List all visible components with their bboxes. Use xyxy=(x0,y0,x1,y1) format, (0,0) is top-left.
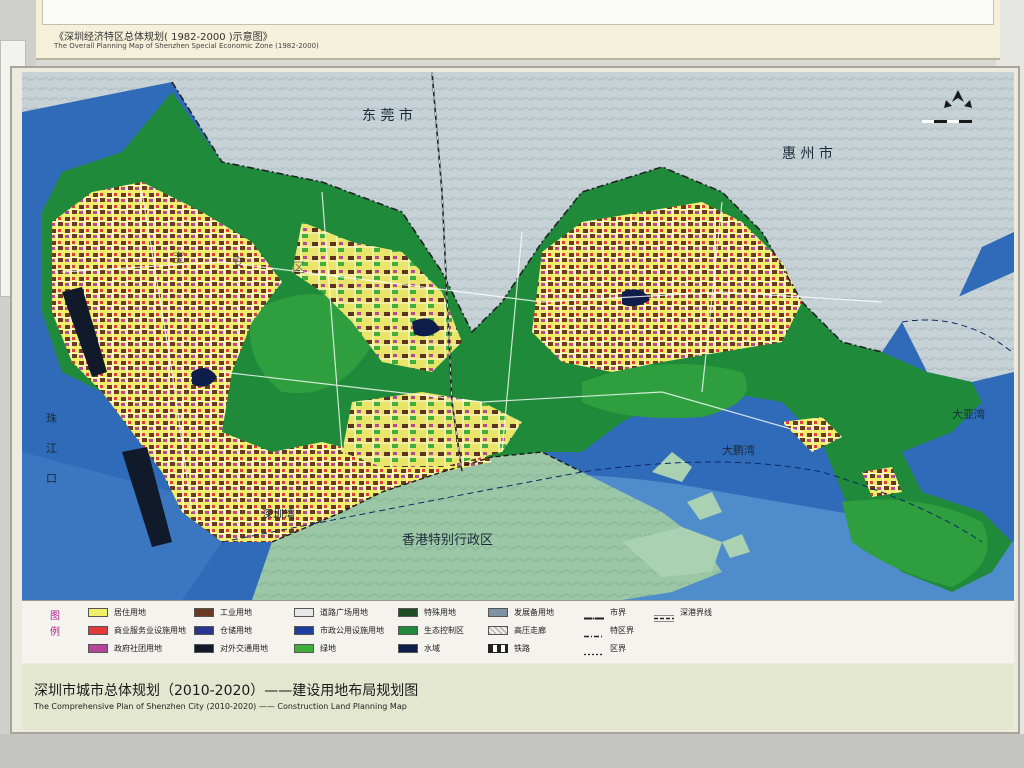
legend-swatch-hatch xyxy=(488,625,508,635)
legend-commercial: 商业服务业设施用地 xyxy=(88,623,186,637)
legend-municipal: 市政公用设施用地 xyxy=(294,623,384,637)
upper-exhibit-panel: 《深圳经济特区总体规划( 1982-2000 )示意图》 The Overall… xyxy=(36,0,1000,60)
legend-reserve: 发展备用地 xyxy=(488,605,554,619)
legend-storage: 仓储用地 xyxy=(194,623,252,637)
legend-swatch xyxy=(88,625,108,635)
legend-line-sz-hk xyxy=(654,608,674,622)
legend-label: 政府社团用地 xyxy=(114,643,162,653)
upper-panel-title-cn: 《深圳经济特区总体规划( 1982-2000 )示意图》 xyxy=(54,32,273,43)
map-caption: 深圳市城市总体规划（2010-2020）——建设用地布局规划图 The Comp… xyxy=(22,664,1014,730)
legend-label: 发展备用地 xyxy=(514,607,554,617)
legend-label: 特殊用地 xyxy=(424,607,456,617)
legend-swatch xyxy=(194,625,214,635)
wall-bottom xyxy=(0,734,1024,768)
legend-sz-hk-boundary: 深港界线 xyxy=(654,605,712,622)
legend-label: 深港界线 xyxy=(680,607,712,617)
legend-heading-char-1: 图 xyxy=(50,611,60,622)
legend-swatch xyxy=(398,643,418,653)
label-zhujiang-2: 江 xyxy=(46,442,57,455)
legend-road-square: 道路广场用地 xyxy=(294,605,368,619)
label-zhujiang-3: 口 xyxy=(46,472,57,485)
legend-label: 绿地 xyxy=(320,643,336,653)
legend-industrial: 工业用地 xyxy=(194,605,252,619)
label-baoan-1: 宝 xyxy=(172,251,185,266)
caption-title-en: The Comprehensive Plan of Shenzhen City … xyxy=(34,702,407,711)
caption-title-cn: 深圳市城市总体规划（2010-2020）——建设用地布局规划图 xyxy=(34,683,419,699)
legend-government: 政府社团用地 xyxy=(88,641,162,655)
legend-label: 仓储用地 xyxy=(220,625,252,635)
label-baoan-3: 区 xyxy=(292,261,305,276)
legend-swatch xyxy=(294,607,314,617)
legend-line-city xyxy=(584,608,604,619)
legend-ecological: 生态控制区 xyxy=(398,623,464,637)
label-shenzhen-bay: 深圳湾 xyxy=(262,507,295,521)
legend-special: 特殊用地 xyxy=(398,605,456,619)
map-canvas: 东 莞 市 惠 州 市 香港特别行政区 大鹏湾 深圳湾 大亚湾 珠 江 口 宝 … xyxy=(22,72,1014,600)
legend-label: 商业服务业设施用地 xyxy=(114,625,186,635)
legend-label: 特区界 xyxy=(610,625,634,635)
legend-swatch-rail xyxy=(488,643,508,653)
legend-green-space: 绿地 xyxy=(294,641,336,655)
legend-label: 工业用地 xyxy=(220,607,252,617)
legend-swatch xyxy=(398,625,418,635)
label-hongkong: 香港特别行政区 xyxy=(402,533,493,548)
legend-sez-boundary: 特区界 xyxy=(584,623,634,637)
label-daya-bay: 大亚湾 xyxy=(952,407,985,421)
legend-swatch xyxy=(398,607,418,617)
legend-label: 对外交通用地 xyxy=(220,643,268,653)
label-zhujiang-1: 珠 xyxy=(46,411,57,425)
legend-swatch xyxy=(294,643,314,653)
legend-label: 铁路 xyxy=(514,643,530,653)
legend-swatch xyxy=(294,625,314,635)
legend-line-sez xyxy=(584,626,604,637)
land-use-map: 东 莞 市 惠 州 市 香港特别行政区 大鹏湾 深圳湾 大亚湾 珠 江 口 宝 … xyxy=(22,72,1014,600)
legend-high-voltage: 高压走廊 xyxy=(488,623,546,637)
scale-bar xyxy=(922,120,972,123)
legend-swatch xyxy=(488,607,508,617)
legend-line-district xyxy=(584,644,604,655)
legend-heading: 图 例 xyxy=(50,609,64,641)
legend-heading-char-2: 例 xyxy=(50,627,60,638)
legend-swatch xyxy=(194,607,214,617)
label-dapeng-bay: 大鹏湾 xyxy=(722,443,755,457)
legend-city-boundary: 市界 xyxy=(584,605,626,619)
legend-residential: 居住用地 xyxy=(88,605,146,619)
legend-label: 市政公用设施用地 xyxy=(320,625,384,635)
legend-transport: 对外交通用地 xyxy=(194,641,268,655)
upper-map-bottom-edge xyxy=(42,0,994,25)
legend-swatch xyxy=(88,643,108,653)
legend-label: 市界 xyxy=(610,607,626,617)
legend-district-boundary: 区界 xyxy=(584,641,626,655)
legend-label: 区界 xyxy=(610,643,626,653)
label-dongguan: 东 莞 市 xyxy=(362,107,413,124)
legend-label: 水域 xyxy=(424,643,440,653)
label-baoan-2: 安 xyxy=(232,256,245,271)
label-huizhou: 惠 州 市 xyxy=(782,145,833,162)
legend-swatch xyxy=(194,643,214,653)
legend-label: 高压走廊 xyxy=(514,625,546,635)
legend-water: 水域 xyxy=(398,641,440,655)
legend-railway: 铁路 xyxy=(488,641,530,655)
legend-label: 道路广场用地 xyxy=(320,607,368,617)
map-legend: 图 例 居住用地 商业服务业设施用地 政府社团用地 工业用地 仓储用地 对外交通… xyxy=(22,600,1014,663)
upper-panel-title-en: The Overall Planning Map of Shenzhen Spe… xyxy=(54,42,319,50)
legend-swatch xyxy=(88,607,108,617)
legend-label: 居住用地 xyxy=(114,607,146,617)
legend-label: 生态控制区 xyxy=(424,625,464,635)
